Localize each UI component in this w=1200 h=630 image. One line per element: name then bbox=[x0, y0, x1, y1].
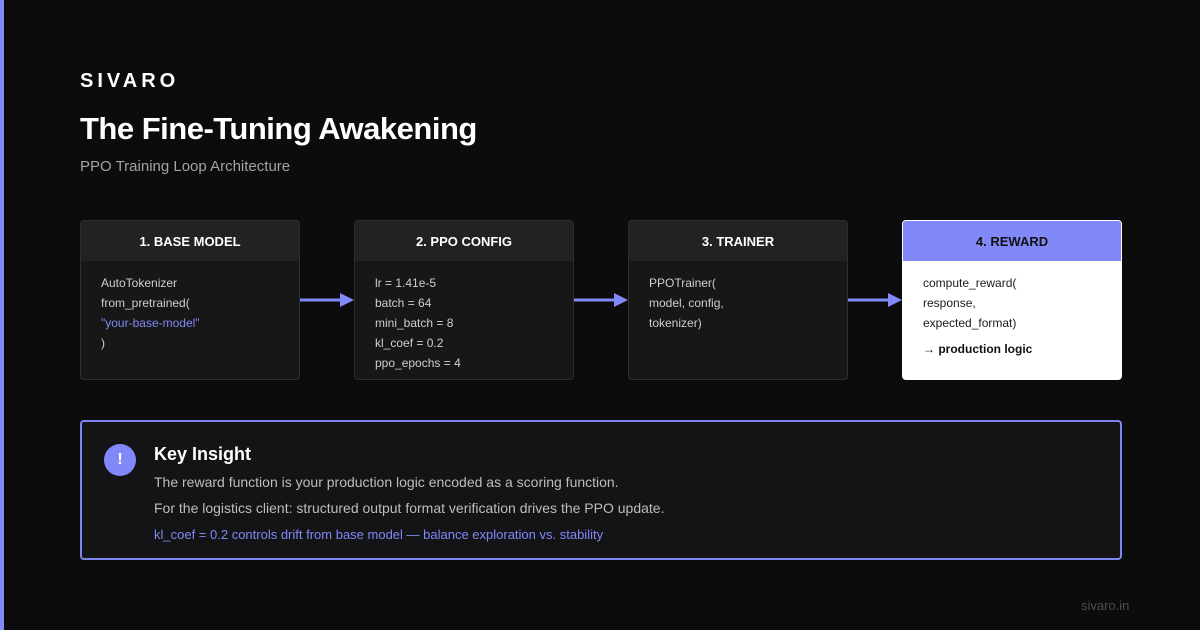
accent-bar bbox=[0, 0, 4, 630]
arrow-right-icon bbox=[300, 293, 354, 307]
code-line: mini_batch = 8 bbox=[375, 316, 454, 330]
insight-text: The reward function is your production l… bbox=[154, 474, 619, 490]
step-body: compute_reward( response, expected_forma… bbox=[903, 261, 1121, 359]
step-header: 3. TRAINER bbox=[629, 221, 847, 261]
code-line: ) bbox=[101, 336, 105, 350]
brand-logo: SIVARO bbox=[80, 70, 180, 92]
key-insight-panel: ! Key Insight The reward function is you… bbox=[80, 420, 1122, 560]
arrow-right-icon bbox=[574, 293, 628, 307]
footer-url: sivaro.in bbox=[1081, 598, 1130, 613]
code-line: tokenizer) bbox=[649, 316, 702, 330]
code-line: batch = 64 bbox=[375, 296, 432, 310]
step-card-reward: 4. REWARD compute_reward( response, expe… bbox=[902, 220, 1122, 380]
step-header: 4. REWARD bbox=[903, 221, 1121, 261]
code-line: PPOTrainer( bbox=[649, 276, 716, 290]
code-line: kl_coef = 0.2 bbox=[375, 336, 444, 350]
code-line: compute_reward( bbox=[923, 276, 1017, 290]
code-string: "your-base-model" bbox=[101, 316, 200, 330]
arrow-right-icon bbox=[848, 293, 902, 307]
code-line: model, config, bbox=[649, 296, 724, 310]
code-line: ppo_epochs = 4 bbox=[375, 356, 461, 370]
insight-title: Key Insight bbox=[154, 444, 252, 464]
production-logic-note: → production logic bbox=[923, 342, 1033, 356]
step-body: AutoTokenizer from_pretrained( "your-bas… bbox=[81, 261, 299, 353]
page-title: The Fine-Tuning Awakening bbox=[80, 111, 477, 146]
code-line: expected_format) bbox=[923, 316, 1017, 330]
code-line: response, bbox=[923, 296, 976, 310]
code-line: from_pretrained( bbox=[101, 296, 190, 310]
insight-text: For the logistics client: structured out… bbox=[154, 500, 665, 516]
step-body: lr = 1.41e-5 batch = 64 mini_batch = 8 k… bbox=[355, 261, 573, 373]
insight-highlight: kl_coef = 0.2 controls drift from base m… bbox=[154, 527, 604, 542]
step-card-base-model: 1. BASE MODEL AutoTokenizer from_pretrai… bbox=[80, 220, 300, 380]
step-header: 1. BASE MODEL bbox=[81, 221, 299, 261]
step-body: PPOTrainer( model, config, tokenizer) bbox=[629, 261, 847, 333]
step-card-ppo-config: 2. PPO CONFIG lr = 1.41e-5 batch = 64 mi… bbox=[354, 220, 574, 380]
step-header: 2. PPO CONFIG bbox=[355, 221, 573, 261]
step-card-trainer: 3. TRAINER PPOTrainer( model, config, to… bbox=[628, 220, 848, 380]
code-line: lr = 1.41e-5 bbox=[375, 276, 437, 290]
code-line: AutoTokenizer bbox=[101, 276, 178, 290]
exclamation-icon: ! bbox=[104, 444, 136, 476]
page-subtitle: PPO Training Loop Architecture bbox=[80, 158, 291, 175]
